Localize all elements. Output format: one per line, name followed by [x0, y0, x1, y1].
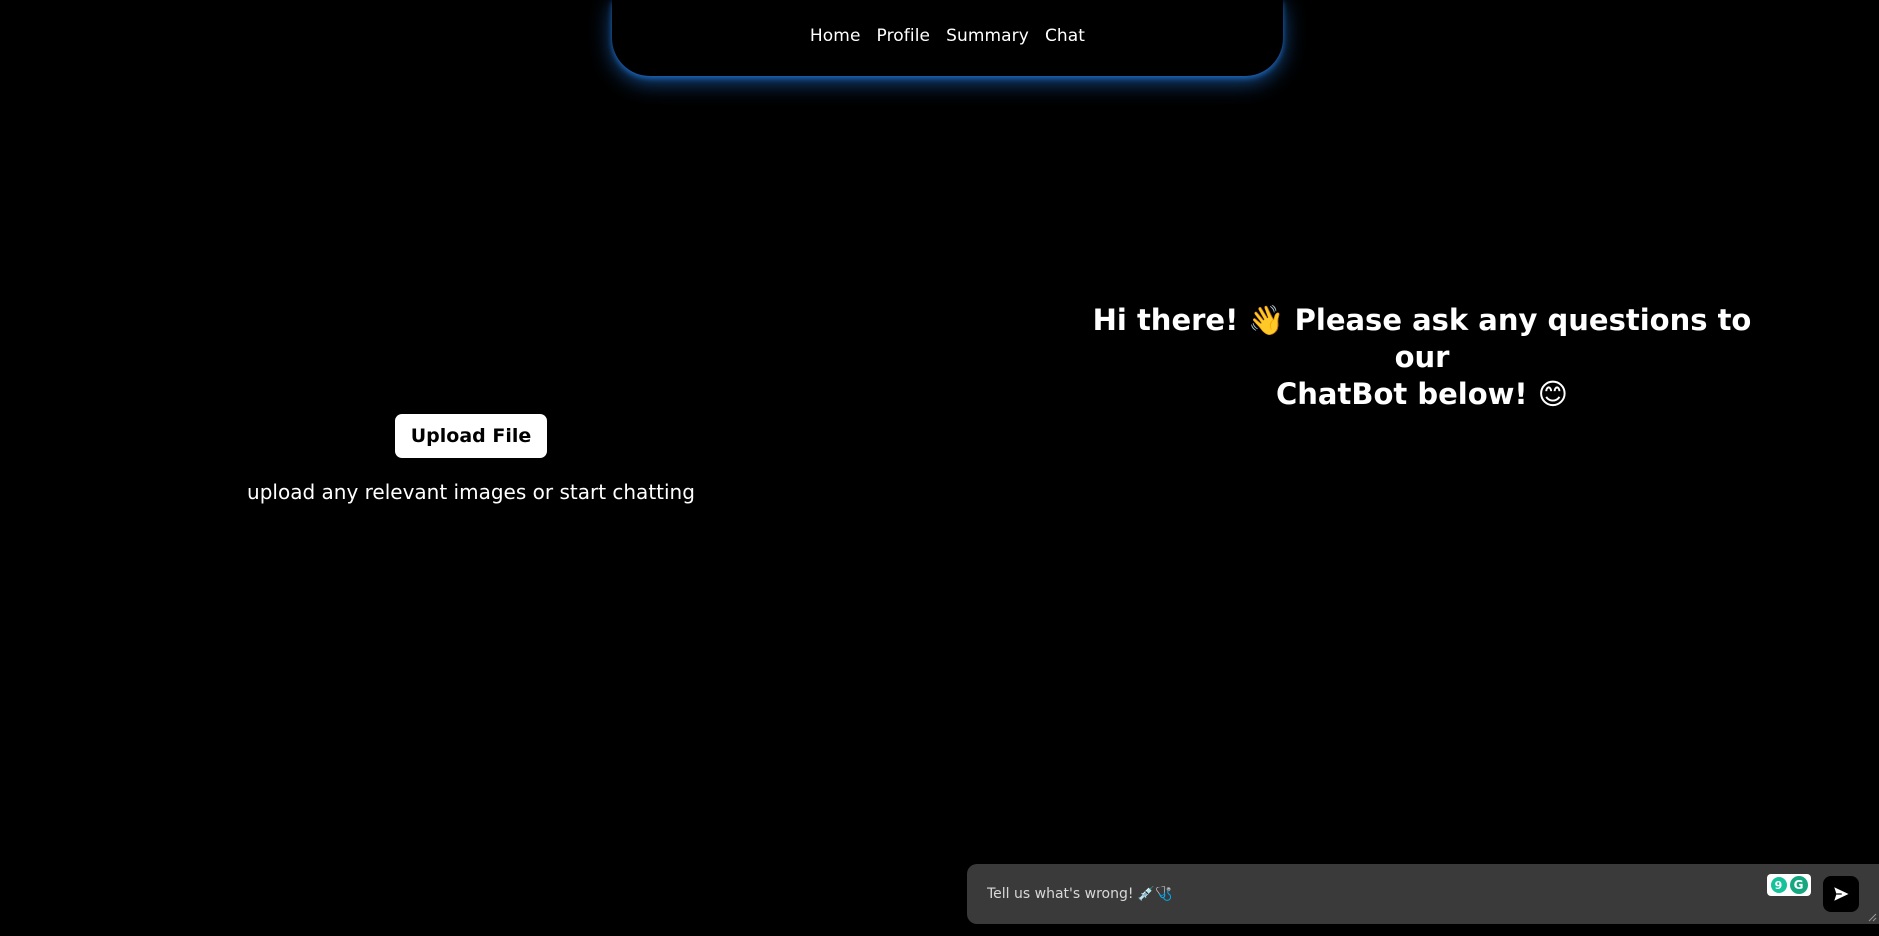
nav-summary-link[interactable]: Summary [946, 26, 1029, 46]
chatbot-greeting: Hi there! 👋 Please ask any questions to … [1080, 302, 1764, 413]
greeting-line-1: Hi there! 👋 Please ask any questions to … [1092, 303, 1752, 374]
top-navbar: Home Profile Summary Chat [612, 0, 1283, 76]
grammarly-logo-icon: G [1789, 876, 1808, 894]
nav-profile-link[interactable]: Profile [877, 26, 931, 46]
chat-page: Home Profile Summary Chat Upload File up… [0, 0, 1879, 936]
nav-home-link[interactable]: Home [810, 26, 861, 46]
upload-hint-text: upload any relevant images or start chat… [247, 480, 695, 504]
send-message-button[interactable] [1823, 876, 1859, 912]
resize-handle-icon[interactable] [1867, 912, 1877, 922]
grammarly-suggestion-count: 9 [1770, 877, 1787, 893]
send-arrow-icon [1834, 887, 1849, 901]
grammarly-badge[interactable]: 9 G [1767, 874, 1811, 896]
greeting-line-2: ChatBot below! 😊 [1276, 377, 1568, 411]
upload-file-button[interactable]: Upload File [394, 414, 548, 458]
chat-input-bar: 9 G [967, 864, 1879, 924]
upload-section: Upload File upload any relevant images o… [230, 414, 712, 504]
nav-chat-link[interactable]: Chat [1045, 26, 1085, 46]
chat-message-input[interactable] [987, 864, 1687, 924]
